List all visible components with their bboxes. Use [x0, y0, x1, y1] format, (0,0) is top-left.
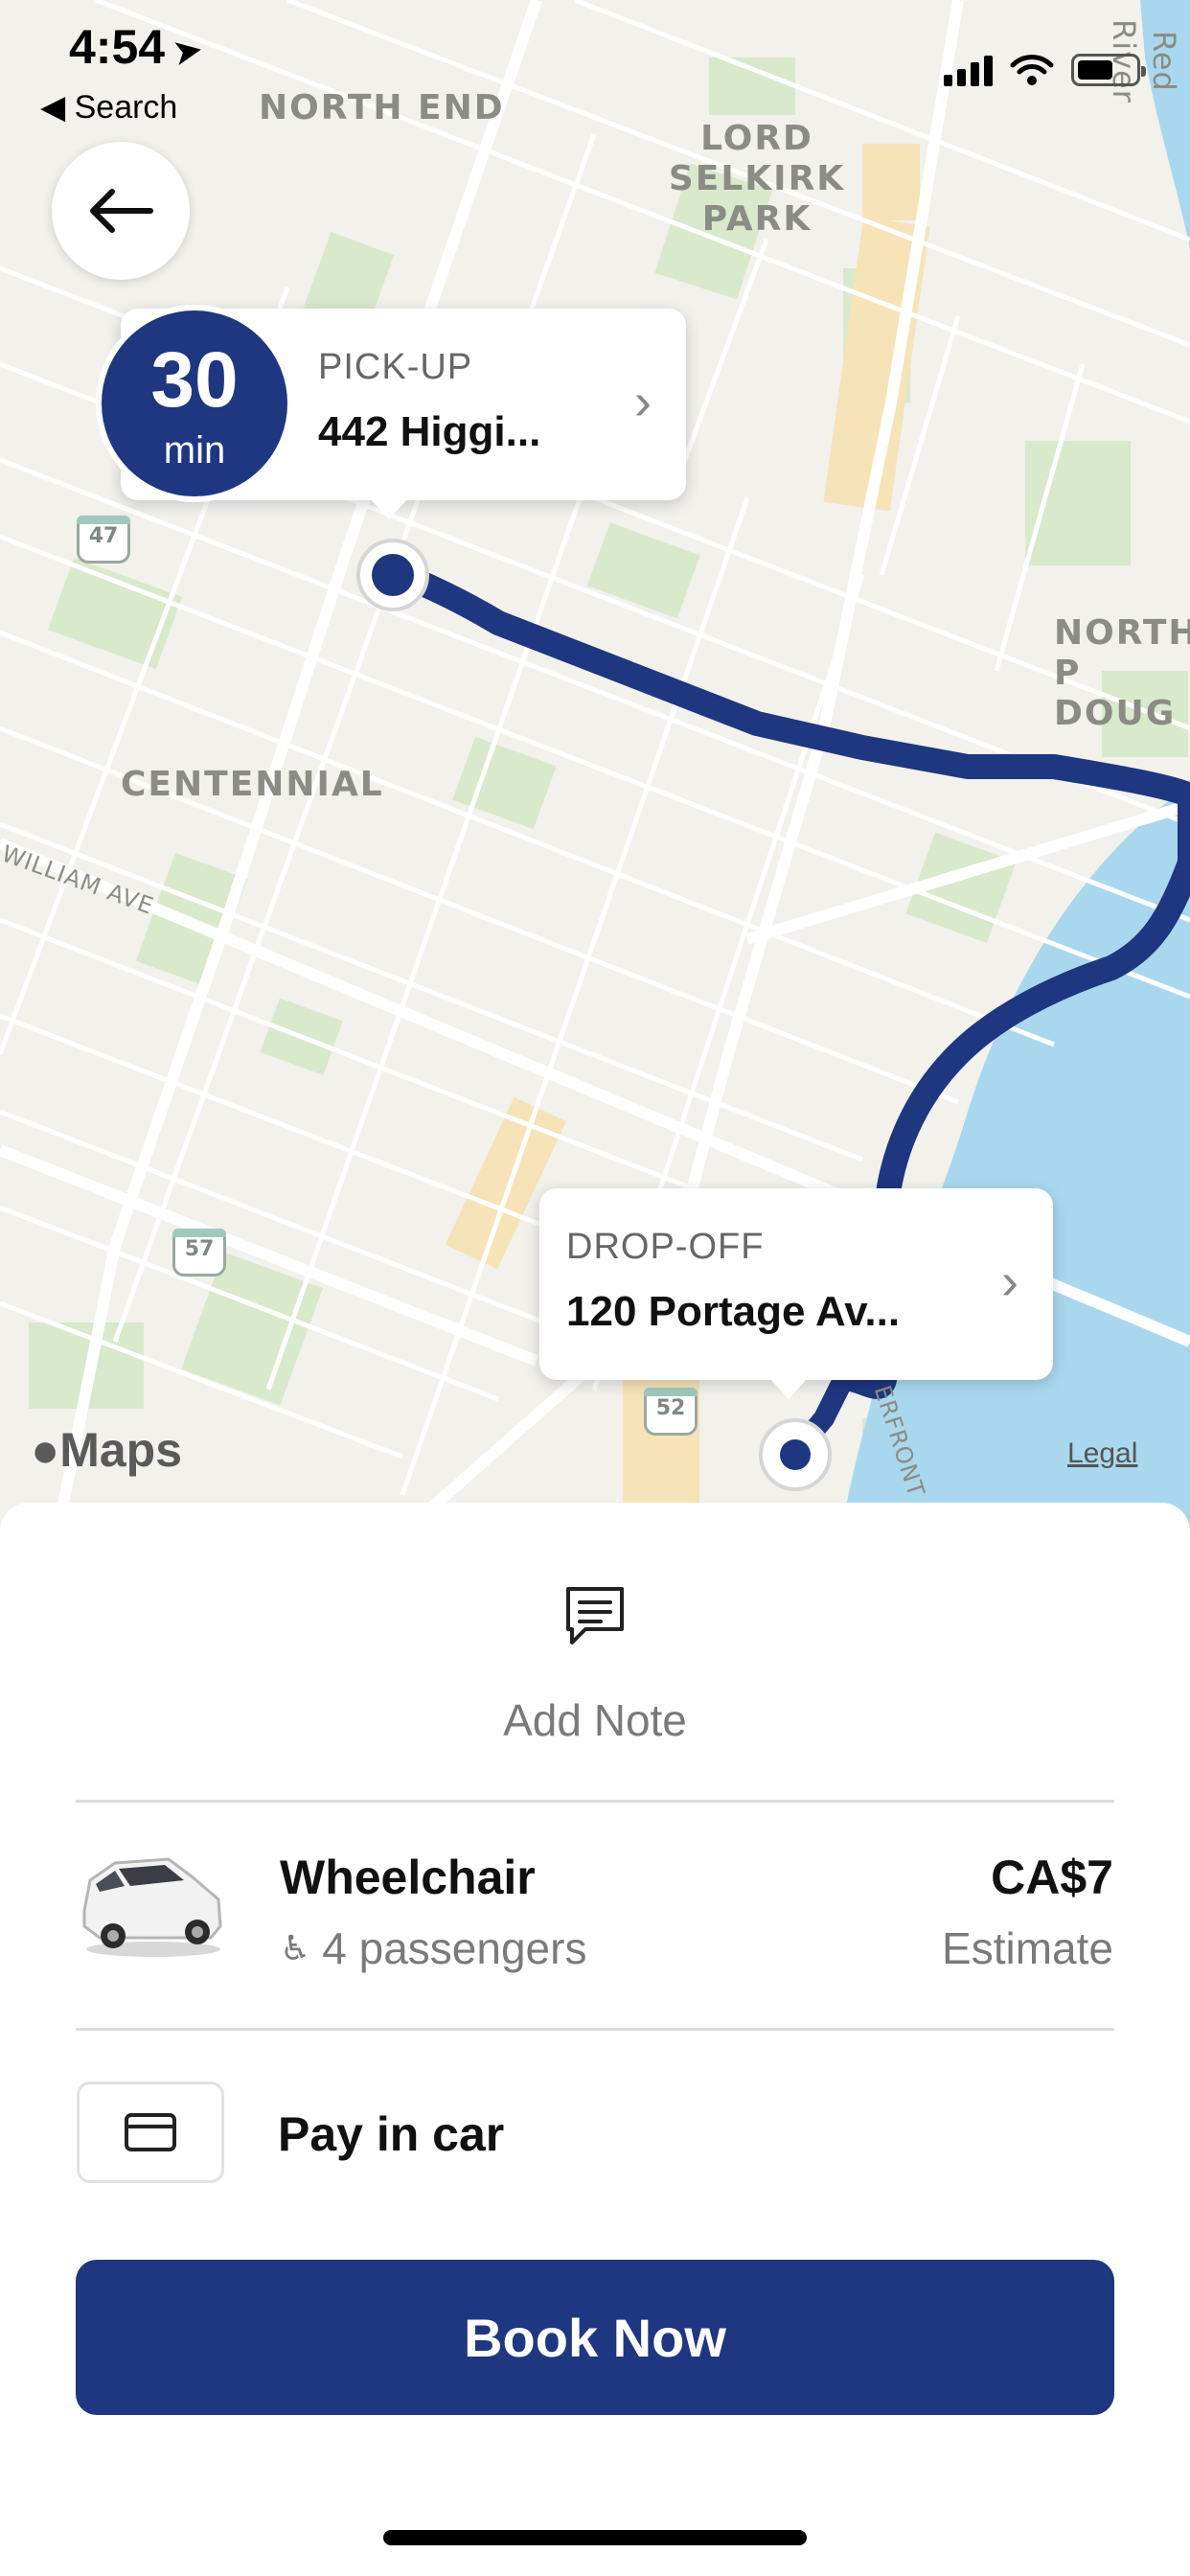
chevron-right-icon: ›: [634, 373, 652, 430]
wifi-icon: [1010, 55, 1054, 85]
highway-shield-52: 52: [644, 1388, 698, 1436]
fare-price: CA$7: [991, 1851, 1113, 1904]
status-time: 4:54 ➤: [69, 19, 207, 75]
divider: [76, 1800, 1114, 1803]
fare-estimate-label: Estimate: [942, 1923, 1113, 1973]
wheelchair-icon: ♿: [280, 1928, 311, 1967]
eta-value: 30: [150, 336, 239, 424]
highway-shield-57: 57: [172, 1229, 226, 1276]
chevron-right-icon: ›: [1001, 1253, 1018, 1310]
passenger-count: 4 passengers: [322, 1923, 587, 1973]
booking-sheet: Add Note Wheelchair ♿ 4 passengers CA$7 …: [0, 1503, 1190, 2576]
map-label-north-point-douglas: NORTH P DOUG: [1054, 613, 1190, 733]
car-image: [82, 1857, 222, 1957]
eta-badge: 30 min: [96, 305, 293, 502]
home-indicator[interactable]: [383, 2530, 807, 2545]
back-button[interactable]: [52, 142, 190, 280]
highway-shield-47: 47: [77, 516, 130, 564]
payment-method-label: Pay in car: [278, 2107, 505, 2161]
apple-icon: ●: [31, 1423, 60, 1477]
map-label-north-end: NORTH END: [259, 88, 505, 127]
dropoff-kicker: DROP-OFF: [566, 1227, 765, 1267]
ride-capacity: ♿ 4 passengers: [280, 1922, 586, 1974]
book-now-button[interactable]: Book Now: [76, 2260, 1114, 2415]
back-arrow-icon: [90, 189, 153, 233]
dropoff-address: 120 Portage Av...: [566, 1288, 901, 1335]
dropoff-callout[interactable]: DROP-OFF 120 Portage Av... ›: [539, 1188, 1053, 1399]
status-back-to-app[interactable]: ◀ Search: [40, 88, 177, 126]
cellular-signal-icon: [944, 54, 993, 86]
legal-link[interactable]: Legal: [1067, 1438, 1137, 1470]
apple-maps-logo: ●Maps: [31, 1422, 182, 1478]
divider: [76, 2028, 1114, 2031]
note-icon: [566, 1587, 624, 1644]
status-back-label: Search: [74, 89, 178, 126]
screen: NORTH END LORD SELKIRK PARK Red River NO…: [0, 0, 1190, 2576]
battery-icon: [1071, 54, 1146, 86]
eta-unit: min: [163, 429, 226, 472]
payment-icon-box: [77, 2082, 224, 2183]
maps-attribution: Maps: [59, 1423, 183, 1477]
pickup-kicker: PICK-UP: [318, 347, 473, 387]
map-label-lord-selkirk: LORD SELKIRK PARK: [668, 119, 846, 239]
status-indicators: [944, 54, 1146, 86]
location-arrow-icon: ➤: [169, 29, 207, 75]
ride-type-name: Wheelchair: [280, 1851, 536, 1904]
map-label-centennial: CENTENNIAL: [121, 765, 384, 804]
status-clock: 4:54: [69, 20, 166, 74]
add-note-label: Add Note: [503, 1695, 687, 1745]
credit-card-icon: [125, 2113, 176, 2151]
back-triangle-icon: ◀: [40, 89, 66, 126]
pickup-address: 442 Higgi...: [318, 408, 541, 455]
